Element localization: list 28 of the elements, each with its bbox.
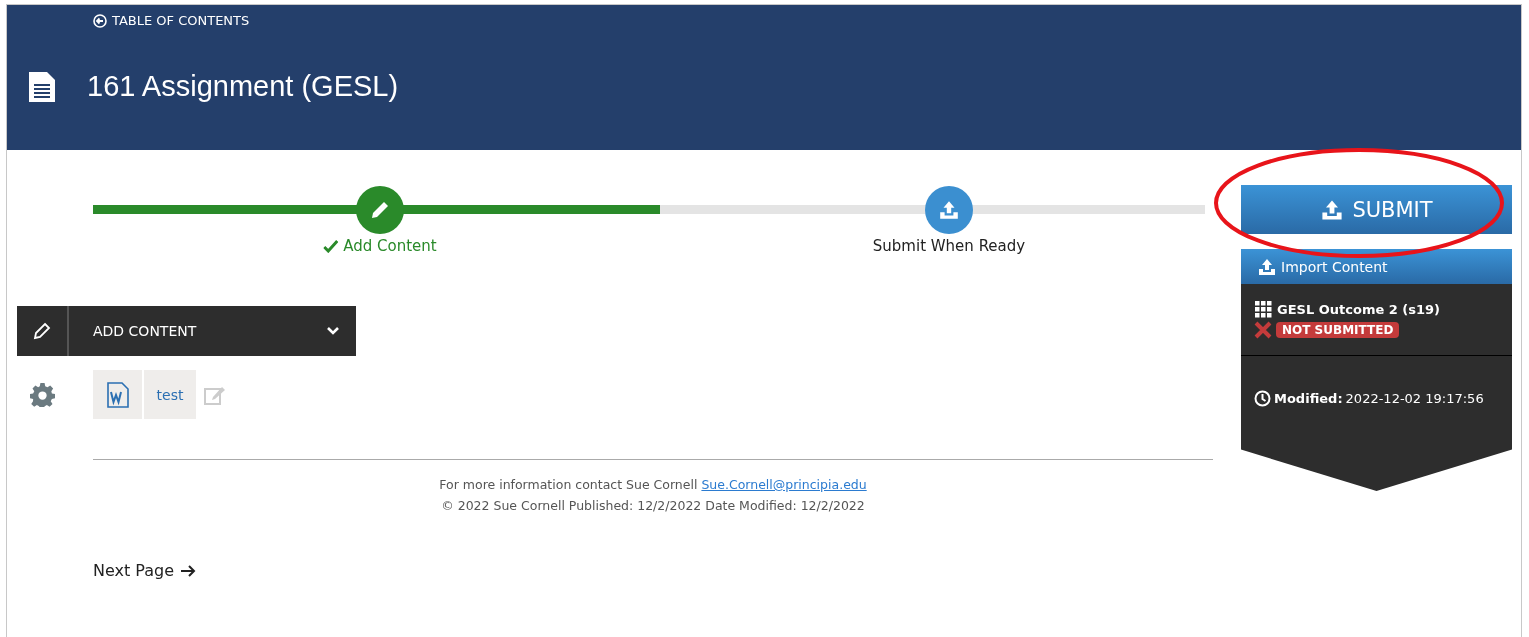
import-content-button[interactable]: Import Content <box>1241 249 1512 284</box>
file-link[interactable]: test <box>144 370 196 419</box>
arrow-right-icon <box>180 563 197 578</box>
modified-date: 2022-12-02 19:17:56 <box>1345 391 1484 406</box>
add-content-bar[interactable]: ADD CONTENT <box>17 306 356 356</box>
outcome-title: GESL Outcome 2 (s19) <box>1277 301 1441 317</box>
clock-icon <box>1254 390 1271 407</box>
contact-label: For more information contact Sue Cornell <box>439 477 699 492</box>
step-label: Submit When Ready <box>872 237 1026 255</box>
email-link[interactable]: Sue.Cornell@principia.edu <box>701 477 867 492</box>
upload-icon <box>938 199 960 221</box>
next-page-link[interactable]: Next Page <box>93 561 197 580</box>
copyright-text: © 2022 Sue Cornell Published: 12/2/2022 Date Modified: 12/2/2022 <box>440 497 866 515</box>
modified-label: Modified: <box>1274 391 1343 406</box>
step-label: Add Content <box>323 237 437 255</box>
document-icon <box>27 70 57 103</box>
pencil-icon <box>33 322 51 340</box>
pencil-icon <box>369 199 391 221</box>
settings-icon[interactable] <box>30 382 55 407</box>
grid-icon <box>1254 300 1272 318</box>
word-document-icon <box>106 381 129 408</box>
table-of-contents-link[interactable]: TABLE OF CONTENTS <box>93 13 1521 28</box>
status-badge: NOT SUBMITTED <box>1276 322 1400 338</box>
page-title: 161 Assignment (GESL) <box>87 70 399 103</box>
checkmark-icon <box>323 239 339 253</box>
submit-button[interactable]: SUBMIT <box>1241 185 1512 234</box>
section-title: ADD CONTENT <box>93 323 198 339</box>
cross-icon <box>1254 321 1272 339</box>
